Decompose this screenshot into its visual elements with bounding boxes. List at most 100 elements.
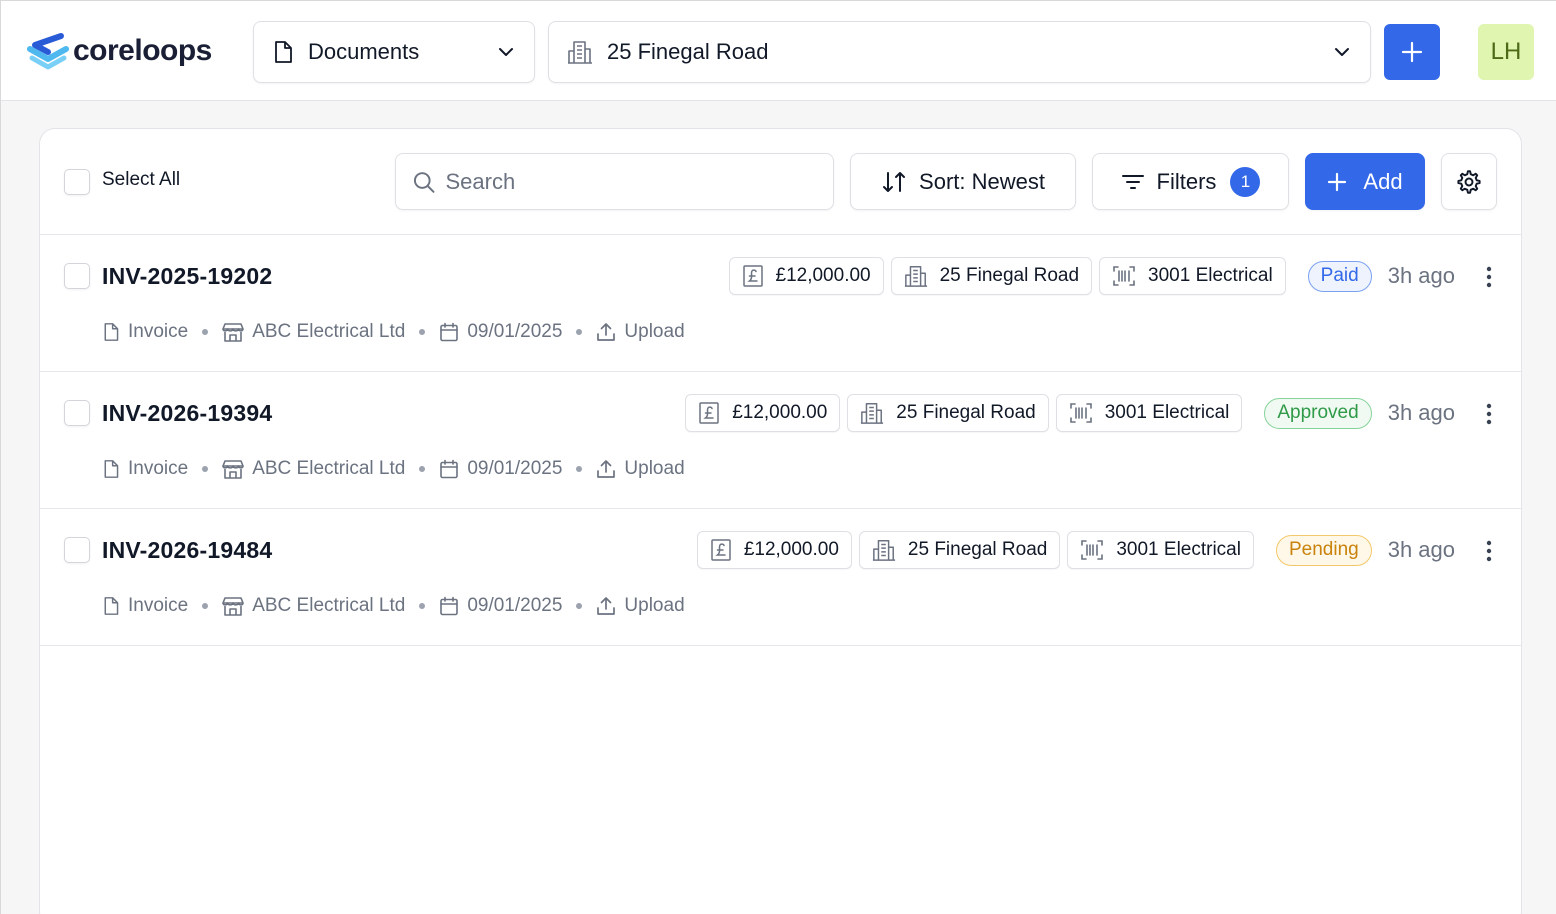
meta-type: Invoice <box>102 458 188 480</box>
barcode-icon <box>1081 540 1104 560</box>
meta-date: 09/01/2025 <box>439 321 562 343</box>
sort-button[interactable]: Sort: Newest <box>850 153 1076 210</box>
document-type-dropdown[interactable]: Documents <box>253 21 535 83</box>
separator-dot <box>576 329 583 335</box>
amount-chip: £12,000.00 <box>685 394 841 432</box>
date-label: 09/01/2025 <box>467 321 563 342</box>
row-chips: £12,000.00 25 Finegal Road 3001 Electric… <box>696 531 1455 569</box>
property-chip: 25 Finegal Road <box>890 257 1093 295</box>
upload-icon <box>597 323 616 341</box>
building-icon <box>904 266 927 287</box>
meta-supplier: ABC Electrical Ltd <box>222 321 405 343</box>
row-chips: £12,000.00 25 Finegal Road 3001 Electric… <box>685 394 1455 432</box>
row-meta: Invoice ABC Electrical Ltd 09/01/2025 Up… <box>102 595 685 617</box>
list-toolbar: Select All Sort: Newest Filters 1 Add <box>40 129 1521 235</box>
store-icon <box>222 460 245 479</box>
meta-date: 09/01/2025 <box>439 458 562 480</box>
property-chip: 25 Finegal Road <box>858 531 1061 569</box>
select-all-checkbox[interactable] <box>64 169 90 195</box>
select-all-label: Select All <box>102 169 181 190</box>
row-checkbox[interactable] <box>64 400 90 426</box>
calendar-icon <box>440 322 459 342</box>
separator-dot <box>202 329 209 335</box>
document-type-label: Documents <box>308 39 420 64</box>
sort-label: Sort: Newest <box>919 168 1045 194</box>
category-value: 3001 Electrical <box>1116 539 1241 560</box>
document-row[interactable]: INV-2026-19394 £12,000.00 25 Finegal Roa… <box>40 372 1521 509</box>
meta-supplier: ABC Electrical Ltd <box>222 458 405 480</box>
amount-chip: £12,000.00 <box>696 531 852 569</box>
avatar[interactable]: LH <box>1478 24 1534 80</box>
property-value: 25 Finegal Road <box>907 539 1048 560</box>
add-label: Add <box>1363 168 1403 194</box>
top-bar: coreloops Documents 25 Finegal Road LH <box>1 1 1556 101</box>
logo[interactable]: coreloops <box>27 31 212 71</box>
row-chips: £12,000.00 25 Finegal Road 3001 Electric… <box>728 257 1455 295</box>
amount-value: £12,000.00 <box>743 539 839 560</box>
add-button[interactable]: Add <box>1305 153 1425 210</box>
file-icon <box>104 323 119 341</box>
plus-icon <box>1328 172 1347 191</box>
meta-source: Upload <box>596 595 685 617</box>
chevron-down-icon <box>1335 48 1349 56</box>
property-value: 25 Finegal Road <box>896 402 1036 423</box>
pound-receipt-icon <box>699 402 719 424</box>
row-checkbox[interactable] <box>64 263 90 289</box>
amount-chip: £12,000.00 <box>728 257 884 295</box>
plus-icon <box>1401 41 1423 63</box>
calendar-icon <box>440 459 459 479</box>
document-row[interactable]: INV-2026-19484 £12,000.00 25 Finegal Roa… <box>40 509 1521 646</box>
separator-dot <box>419 603 426 609</box>
sort-arrows-icon <box>883 171 906 192</box>
time-ago: 3h ago <box>1387 537 1455 562</box>
meta-source: Upload <box>596 321 685 343</box>
document-row[interactable]: INV-2025-19202 £12,000.00 25 Finegal Roa… <box>40 235 1521 372</box>
meta-type: Invoice <box>102 595 188 617</box>
status-badge: Pending <box>1275 534 1372 566</box>
amount-value: £12,000.00 <box>732 402 828 423</box>
file-icon <box>104 460 119 478</box>
chevron-down-icon <box>499 48 513 56</box>
date-label: 09/01/2025 <box>467 595 563 616</box>
meta-source: Upload <box>596 458 685 480</box>
separator-dot <box>419 466 426 472</box>
property-label: 25 Finegal Road <box>607 39 769 64</box>
property-value: 25 Finegal Road <box>939 265 1080 286</box>
settings-button[interactable] <box>1441 153 1497 210</box>
documents-panel: Select All Sort: Newest Filters 1 Add <box>39 128 1522 914</box>
type-label: Invoice <box>128 458 189 479</box>
row-checkbox[interactable] <box>64 537 90 563</box>
more-options-icon[interactable] <box>1485 539 1493 563</box>
meta-supplier: ABC Electrical Ltd <box>222 595 405 617</box>
document-id[interactable]: INV-2025-19202 <box>102 263 272 290</box>
more-options-icon[interactable] <box>1485 265 1493 289</box>
source-label: Upload <box>624 458 685 479</box>
search-icon <box>413 171 435 193</box>
building-icon <box>872 540 895 561</box>
category-chip: 3001 Electrical <box>1067 531 1254 569</box>
supplier-label: ABC Electrical Ltd <box>252 321 406 342</box>
more-options-icon[interactable] <box>1485 402 1493 426</box>
status-badge: Paid <box>1307 260 1372 292</box>
search-box[interactable] <box>395 153 834 210</box>
document-id[interactable]: INV-2026-19394 <box>102 400 272 427</box>
property-dropdown[interactable]: 25 Finegal Road <box>548 21 1371 83</box>
meta-date: 09/01/2025 <box>439 595 562 617</box>
category-value: 3001 Electrical <box>1104 402 1230 423</box>
separator-dot <box>576 603 583 609</box>
create-button[interactable] <box>1384 24 1440 80</box>
supplier-label: ABC Electrical Ltd <box>252 595 406 616</box>
gear-icon <box>1457 169 1481 194</box>
building-icon <box>568 41 592 64</box>
filters-button[interactable]: Filters 1 <box>1092 153 1289 210</box>
row-meta: Invoice ABC Electrical Ltd 09/01/2025 Up… <box>102 458 685 480</box>
document-id[interactable]: INV-2026-19484 <box>102 537 272 564</box>
barcode-icon <box>1113 266 1135 286</box>
source-label: Upload <box>624 321 685 342</box>
pound-receipt-icon <box>711 539 731 561</box>
search-input[interactable] <box>445 168 817 195</box>
date-label: 09/01/2025 <box>467 458 563 479</box>
supplier-label: ABC Electrical Ltd <box>252 458 406 479</box>
upload-icon <box>597 597 616 615</box>
amount-value: £12,000.00 <box>775 265 871 286</box>
